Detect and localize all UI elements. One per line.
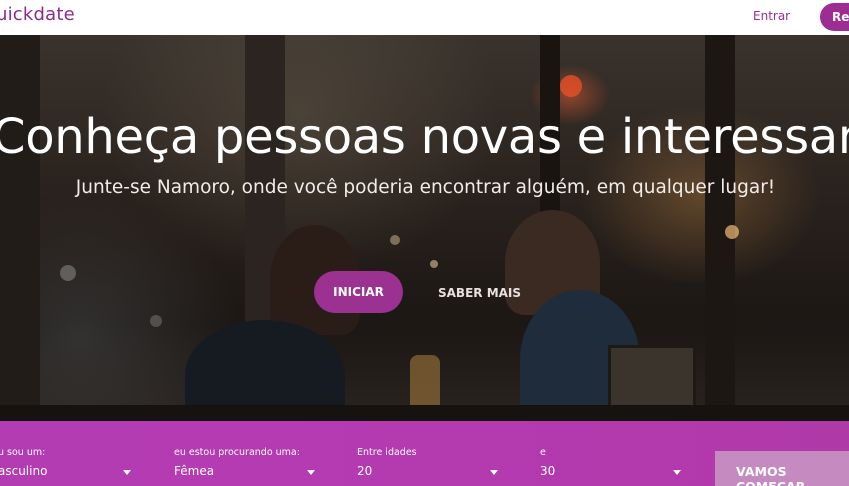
bokeh-light bbox=[560, 75, 582, 97]
age-from-label: Entre idades bbox=[357, 447, 417, 458]
gender-value: asculino bbox=[0, 464, 48, 478]
search-bar: u sou um: asculino eu estou procurando u… bbox=[0, 421, 849, 486]
bokeh-light bbox=[150, 315, 162, 327]
looking-for-select[interactable]: Fêmea bbox=[174, 461, 316, 483]
looking-for-value: Fêmea bbox=[174, 464, 215, 478]
lets-start-button[interactable]: VAMOS COMEÇAR bbox=[715, 451, 849, 486]
age-to-select[interactable]: 30 bbox=[540, 461, 682, 483]
table bbox=[0, 405, 849, 421]
chevron-down-icon bbox=[307, 470, 315, 475]
chevron-down-icon bbox=[673, 470, 681, 475]
bokeh-light bbox=[725, 225, 739, 239]
looking-for-label: eu estou procurando uma: bbox=[174, 447, 300, 458]
site-logo[interactable]: uickdate bbox=[0, 4, 75, 25]
age-from-select[interactable]: 20 bbox=[357, 461, 499, 483]
chevron-down-icon bbox=[490, 470, 498, 475]
age-to-label: e bbox=[540, 447, 546, 458]
hero-subtitle: Junte-se Namoro, onde você poderia encon… bbox=[75, 177, 776, 198]
learn-more-button[interactable]: SABER MAIS bbox=[438, 286, 521, 300]
bokeh-light bbox=[390, 235, 400, 245]
register-button[interactable]: Reg bbox=[820, 3, 849, 31]
age-to-value: 30 bbox=[540, 464, 556, 478]
hero-title: Conheça pessoas novas e interessantes bbox=[0, 109, 849, 165]
hero-section: Conheça pessoas novas e interessantes Ju… bbox=[0, 35, 849, 421]
bokeh-light bbox=[430, 260, 438, 268]
login-link[interactable]: Entrar bbox=[753, 9, 790, 23]
gender-label: u sou um: bbox=[0, 447, 46, 458]
bokeh-light bbox=[60, 265, 76, 281]
window-frame bbox=[0, 35, 40, 421]
gender-select[interactable]: asculino bbox=[0, 461, 133, 483]
top-navbar: uickdate Entrar Reg bbox=[0, 0, 849, 35]
start-button[interactable]: INICIAR bbox=[314, 271, 403, 313]
age-from-value: 20 bbox=[357, 464, 373, 478]
chevron-down-icon bbox=[123, 470, 131, 475]
